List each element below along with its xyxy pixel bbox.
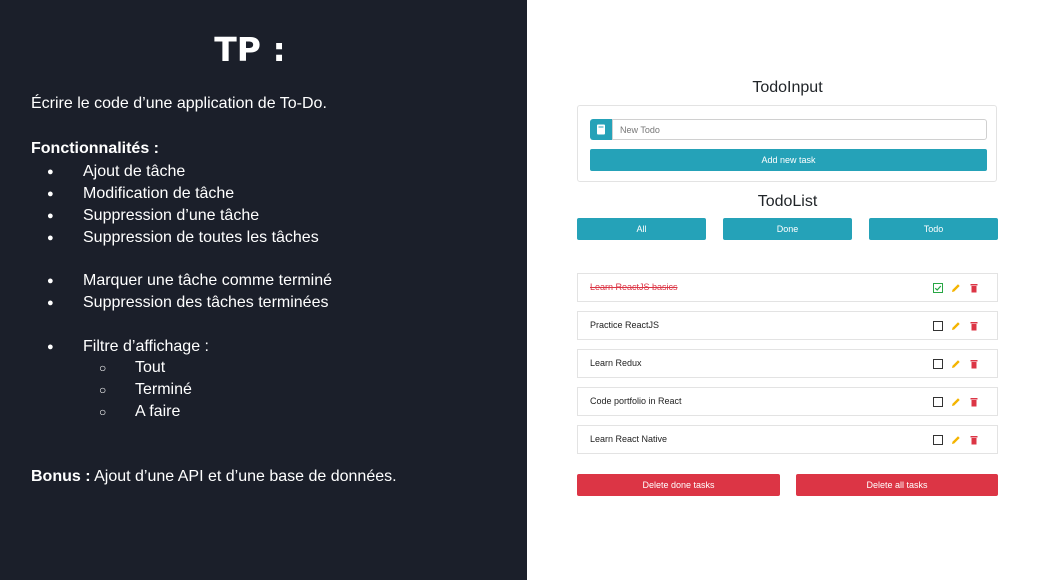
add-task-button[interactable]: Add new task <box>590 149 987 171</box>
feature-item: Suppression de toutes les tâches <box>31 227 332 249</box>
filter-all-button[interactable]: All <box>577 218 706 240</box>
filter-sublist: Tout Terminé A faire <box>31 357 192 423</box>
task-text: Learn React Native <box>590 434 668 444</box>
filter-done-button[interactable]: Done <box>723 218 852 240</box>
features-title: Fonctionnalités : <box>31 140 159 157</box>
checkbox-checked-icon[interactable] <box>932 282 944 294</box>
task-text: Code portfolio in React <box>590 396 682 406</box>
trash-icon[interactable] <box>968 358 980 370</box>
feature-item: Suppression des tâches terminées <box>31 292 332 314</box>
todo-input-heading: TodoInput <box>752 79 823 96</box>
filter-todo-button[interactable]: Todo <box>869 218 998 240</box>
todo-list-heading: TodoList <box>757 193 818 210</box>
task-text: Learn Redux <box>590 358 642 368</box>
checkbox-icon[interactable] <box>932 320 944 332</box>
book-icon <box>590 119 612 140</box>
task-actions <box>932 358 980 370</box>
task-actions <box>932 434 980 446</box>
new-todo-input[interactable] <box>612 119 987 140</box>
trash-icon[interactable] <box>968 282 980 294</box>
task-actions <box>932 320 980 332</box>
task-actions <box>932 282 980 294</box>
task-row: Learn ReactJS basics <box>577 273 998 302</box>
feature-item: Ajout de tâche <box>31 161 332 183</box>
trash-icon[interactable] <box>968 434 980 446</box>
task-row: Learn React Native <box>577 425 998 454</box>
pencil-icon[interactable] <box>950 434 962 446</box>
trash-icon[interactable] <box>968 396 980 408</box>
task-row: Practice ReactJS <box>577 311 998 340</box>
filter-subitem: Terminé <box>31 379 192 401</box>
bonus-body: Ajout d’une API et d’une base de données… <box>90 468 397 485</box>
task-text: Practice ReactJS <box>590 320 660 330</box>
bonus-text: Bonus : Ajout d’une API et d’une base de… <box>31 468 397 486</box>
checkbox-icon[interactable] <box>932 434 944 446</box>
task-text: Learn ReactJS basics <box>590 282 678 292</box>
pencil-icon[interactable] <box>950 396 962 408</box>
todo-input-card: Add new task <box>577 105 997 182</box>
trash-icon[interactable] <box>968 320 980 332</box>
feature-item: Marquer une tâche comme terminé <box>31 270 332 292</box>
pencil-icon[interactable] <box>950 320 962 332</box>
filter-subitem: Tout <box>31 357 192 379</box>
feature-item: Filtre d’affichage : <box>31 336 332 358</box>
pencil-icon[interactable] <box>950 282 962 294</box>
task-row: Learn Redux <box>577 349 998 378</box>
task-actions <box>932 396 980 408</box>
bonus-label: Bonus : <box>31 468 91 485</box>
slide-title: TP : <box>214 30 286 69</box>
filter-subitem: A faire <box>31 401 192 423</box>
app-panel: TodoInput Add new task TodoList All Done… <box>527 0 1037 580</box>
slide-panel: TP : Écrire le code d’une application de… <box>0 0 527 580</box>
task-row: Code portfolio in React <box>577 387 998 416</box>
features-list: Ajout de tâche Modification de tâche Sup… <box>31 161 332 358</box>
slide-intro: Écrire le code d’une application de To-D… <box>31 95 327 112</box>
checkbox-icon[interactable] <box>932 396 944 408</box>
filter-sublist-wrap: Tout Terminé A faire <box>31 357 192 423</box>
checkbox-icon[interactable] <box>932 358 944 370</box>
delete-all-tasks-button[interactable]: Delete all tasks <box>796 474 998 496</box>
feature-item: Suppression d’une tâche <box>31 205 332 227</box>
delete-done-tasks-button[interactable]: Delete done tasks <box>577 474 780 496</box>
feature-item: Modification de tâche <box>31 183 332 205</box>
pencil-icon[interactable] <box>950 358 962 370</box>
